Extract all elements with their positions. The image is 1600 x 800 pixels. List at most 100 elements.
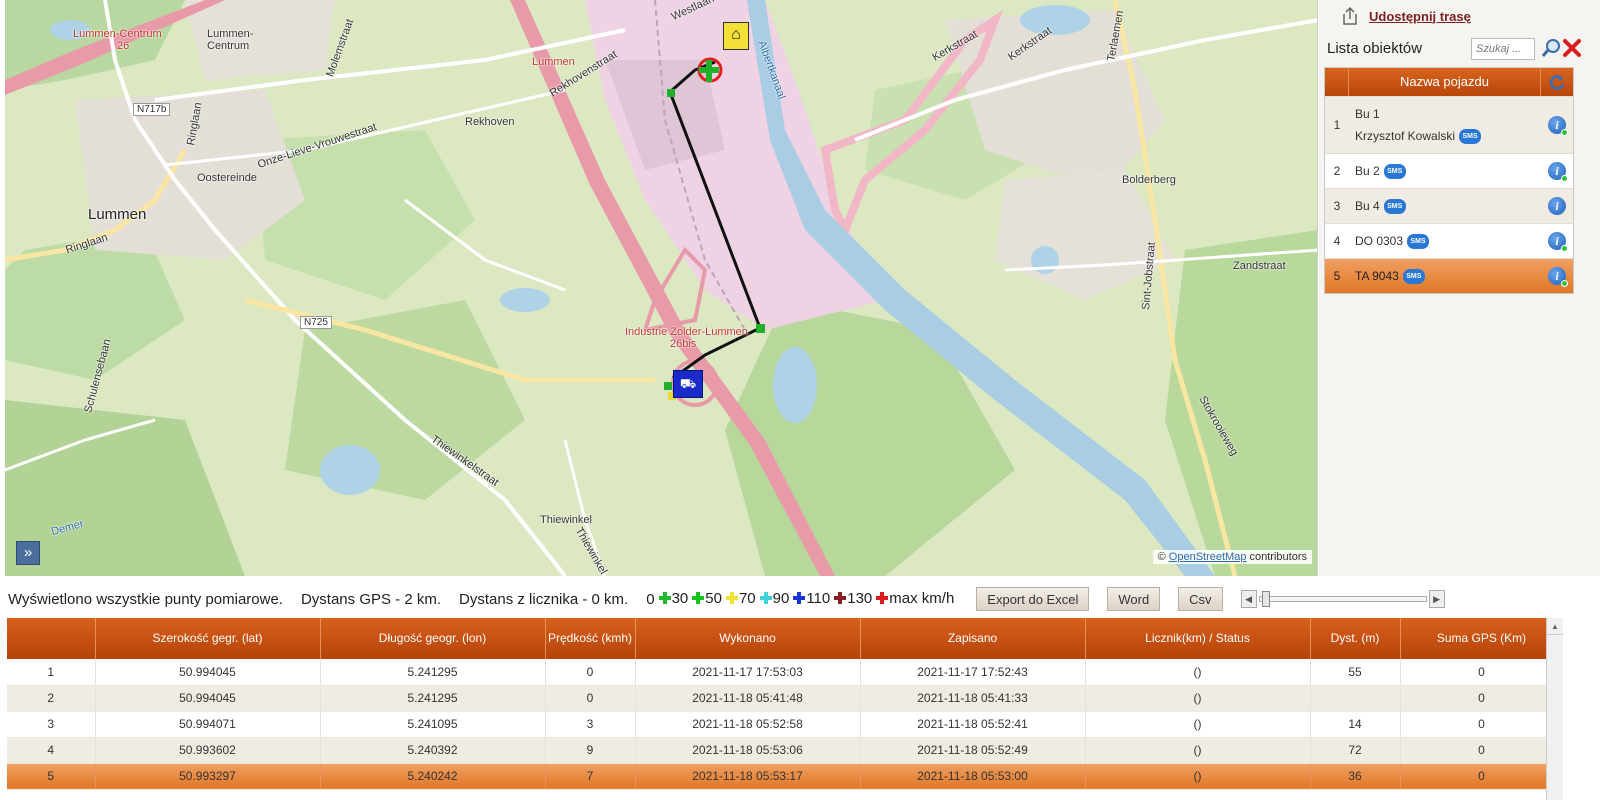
speed-cross-icon bbox=[725, 592, 738, 605]
word-button[interactable]: Word bbox=[1107, 587, 1161, 611]
status-bar: Wyświetlono wszystkie punty pomiarowe. D… bbox=[0, 580, 1600, 618]
openstreetmap-link[interactable]: OpenStreetMap bbox=[1169, 551, 1247, 563]
vehicle-name-cell[interactable]: TA 9043 SMS bbox=[1349, 259, 1541, 293]
table-cell: 0 bbox=[1400, 737, 1563, 764]
house-icon[interactable]: ⌂ bbox=[723, 22, 749, 50]
column-header[interactable]: Dyst. (m) bbox=[1310, 618, 1401, 659]
vehicle-row[interactable]: 4 DO 0303 SMS i bbox=[1325, 223, 1573, 258]
column-header[interactable]: Szerokość gegr. (lat) bbox=[95, 618, 321, 659]
table-cell: 2021-11-18 05:52:58 bbox=[635, 711, 861, 738]
table-row[interactable]: 2 50.994045 5.241295 0 2021-11-18 05:41:48 20… bbox=[7, 685, 1563, 712]
speed-cross-icon bbox=[834, 592, 847, 605]
header-num-col bbox=[1325, 68, 1349, 96]
scroll-up-icon[interactable]: ▲ bbox=[1547, 618, 1563, 635]
column-header[interactable]: Wykonano bbox=[635, 618, 861, 659]
playback-slider[interactable]: ◀ ▶ bbox=[1240, 590, 1445, 608]
table-cell: 2021-11-18 05:53:06 bbox=[635, 737, 861, 764]
vehicle-name-cell[interactable]: Bu 2 SMS bbox=[1349, 154, 1541, 188]
table-row[interactable]: 5 50.993297 5.240242 7 2021-11-18 05:53:17 20… bbox=[7, 763, 1563, 790]
map-label-lummen-centrum: Lummen- bbox=[207, 28, 254, 40]
close-icon[interactable] bbox=[1561, 37, 1583, 59]
speed-legend-value: 70 bbox=[738, 589, 756, 607]
vehicle-row[interactable]: 5 TA 9043 SMS i bbox=[1325, 258, 1573, 293]
map-label-lummen-centrum-station: Lummen-Centrum bbox=[73, 28, 162, 40]
map-label-zandstraat: Zandstraat bbox=[1233, 260, 1286, 272]
table-cell: 7 bbox=[545, 763, 636, 790]
table-cell: 1 bbox=[7, 659, 96, 686]
share-route[interactable]: Udostępnij trasę bbox=[1341, 6, 1471, 26]
speed-legend-item: max km/h bbox=[876, 590, 954, 607]
sidebar: Udostępnij trasę Lista obiektów Nazwa po… bbox=[1319, 0, 1600, 576]
slider-left-arrow-icon[interactable]: ◀ bbox=[1240, 590, 1257, 608]
vehicle-row[interactable]: 3 Bu 4 SMS i bbox=[1325, 188, 1573, 223]
map-label-oostereinde: Oostereinde bbox=[197, 172, 257, 184]
online-status-icon bbox=[1561, 129, 1568, 136]
column-header[interactable]: Zapisano bbox=[860, 618, 1086, 659]
csv-button[interactable]: Csv bbox=[1178, 587, 1223, 611]
vehicle-name-cell[interactable]: DO 0303 SMS bbox=[1349, 224, 1541, 258]
map-label-lummen-centrum-2: Centrum bbox=[207, 40, 250, 52]
map-label-lummen-centrum-station-num: 26 bbox=[117, 40, 130, 52]
copyright-symbol: © bbox=[1157, 551, 1166, 563]
info-icon[interactable]: i bbox=[1548, 267, 1568, 287]
map-view[interactable]: Lummen-Centrum 26 Lummen- Centrum Lummen… bbox=[5, 0, 1318, 576]
table-row[interactable]: 4 50.993602 5.240392 9 2021-11-18 05:53:06 20… bbox=[7, 737, 1563, 764]
column-header[interactable]: Długość geogr. (lon) bbox=[320, 618, 546, 659]
info-icon[interactable]: i bbox=[1548, 197, 1566, 215]
info-icon[interactable]: i bbox=[1548, 162, 1568, 182]
vehicle-table: Nazwa pojazdu 1 Bu 1 Krzysztof Kowalski SMS… bbox=[1324, 67, 1574, 294]
map-label-industrie: Industrie Zolder-Lummen bbox=[625, 326, 748, 338]
sms-icon[interactable]: SMS bbox=[1383, 164, 1406, 180]
table-cell: 2021-11-18 05:52:49 bbox=[860, 737, 1086, 764]
table-cell: 2021-11-18 05:52:41 bbox=[860, 711, 1086, 738]
column-header[interactable]: Licznik(km) / Status bbox=[1085, 618, 1311, 659]
speed-legend-item: 30 bbox=[658, 589, 689, 607]
search-input[interactable] bbox=[1471, 38, 1535, 60]
map-attribution: © OpenStreetMap contributors bbox=[1152, 550, 1312, 564]
table-row[interactable]: 1 50.994045 5.241295 0 2021-11-17 17:53:03 20… bbox=[7, 659, 1563, 686]
info-icon[interactable]: i bbox=[1548, 232, 1568, 252]
info-icon[interactable]: i bbox=[1548, 116, 1568, 136]
speed-cross-icon bbox=[759, 592, 772, 605]
sms-icon[interactable]: SMS bbox=[1402, 269, 1425, 285]
table-cell: 50.993602 bbox=[95, 737, 321, 764]
vehicle-row[interactable]: 2 Bu 2 SMS i bbox=[1325, 153, 1573, 188]
vehicle-row-num: 5 bbox=[1333, 269, 1341, 283]
vehicle-name-cell[interactable]: Bu 1 Krzysztof Kowalski SMS bbox=[1349, 97, 1541, 153]
table-cell: 5.241295 bbox=[320, 685, 546, 712]
speed-legend-value: 30 bbox=[671, 589, 689, 607]
table-cell: 2021-11-18 05:41:48 bbox=[635, 685, 861, 712]
table-header-row: Szerokość gegr. (lat) Długość geogr. (lon… bbox=[7, 618, 1563, 659]
column-header[interactable] bbox=[7, 618, 96, 659]
bus-icon[interactable]: ⛟ bbox=[673, 370, 703, 398]
slider-thumb[interactable] bbox=[1261, 591, 1270, 607]
table-cell: 5 bbox=[7, 763, 96, 790]
table-cell: () bbox=[1085, 659, 1311, 686]
column-header[interactable]: Prędkość (kmh) bbox=[545, 618, 636, 659]
counter-distance-text: Dystans z licznika - 0 km. bbox=[459, 590, 629, 608]
slider-right-arrow-icon[interactable]: ▶ bbox=[1428, 590, 1445, 608]
map-label-lummen: Lummen bbox=[88, 206, 147, 223]
vehicle-name-cell[interactable]: Bu 4 SMS bbox=[1349, 189, 1541, 223]
table-row[interactable]: 3 50.994071 5.241095 3 2021-11-18 05:52:58 20… bbox=[7, 711, 1563, 738]
table-scrollbar[interactable]: ▲ bbox=[1546, 618, 1563, 800]
table-cell: 0 bbox=[1400, 711, 1563, 738]
vehicle-name: DO 0303 bbox=[1355, 234, 1404, 248]
vehicle-row[interactable]: 1 Bu 1 Krzysztof Kowalski SMS i bbox=[1325, 96, 1573, 153]
slider-track[interactable] bbox=[1258, 591, 1427, 607]
sms-icon[interactable]: SMS bbox=[1407, 234, 1430, 250]
export-excel-button[interactable]: Export do Excel bbox=[976, 587, 1090, 611]
column-header[interactable]: Suma GPS (Km) bbox=[1400, 618, 1563, 659]
vehicle-table-header: Nazwa pojazdu bbox=[1325, 68, 1573, 96]
table-cell: 0 bbox=[1400, 763, 1563, 790]
search-icon[interactable] bbox=[1541, 38, 1561, 58]
sms-icon[interactable]: SMS bbox=[1383, 199, 1406, 215]
online-status-icon bbox=[1561, 280, 1568, 287]
refresh-icon[interactable] bbox=[1541, 73, 1573, 91]
expand-panel-button[interactable]: » bbox=[16, 541, 40, 565]
share-route-link[interactable]: Udostępnij trasę bbox=[1369, 9, 1471, 24]
table-cell: 2021-11-18 05:53:00 bbox=[860, 763, 1086, 790]
sms-icon[interactable]: SMS bbox=[1459, 129, 1482, 145]
vehicle-name: TA 9043 bbox=[1355, 269, 1399, 283]
header-vehicle-name[interactable]: Nazwa pojazdu bbox=[1349, 68, 1541, 96]
